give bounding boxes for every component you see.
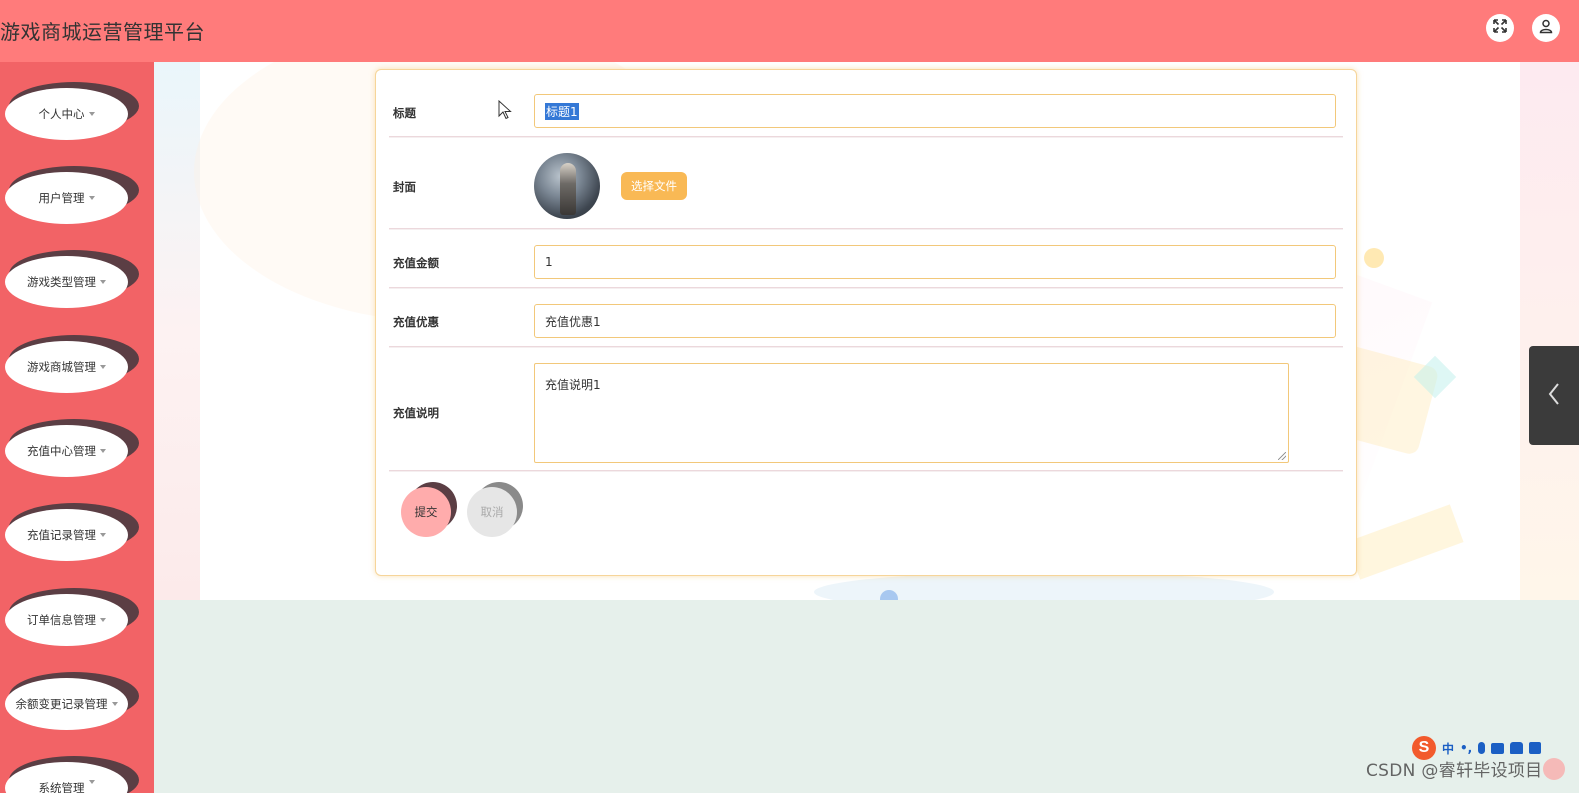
cancel-button-label: 取消 [467,487,517,537]
description-label: 充值说明 [393,406,439,420]
form-row-description: 充值说明 充值说明1 [389,347,1343,471]
caret-down-icon [100,365,106,369]
sidebar-item-system-management[interactable]: 系统管理 [5,756,139,793]
toolbox-grid-icon[interactable] [1529,742,1542,754]
sidebar-item-label: 系统管理 [38,781,85,793]
top-header: 游戏商城运营管理平台 [0,0,1579,62]
punctuation-icon[interactable]: •, [1460,741,1472,755]
title-input-value: 标题1 [545,102,579,120]
discount-label: 充值优惠 [393,315,439,329]
submit-button-label: 提交 [401,487,451,537]
sidebar-item-label: 用户管理 [38,191,85,205]
form-row-title: 标题 标题1 [389,87,1343,137]
mouse-cursor-icon [498,100,512,120]
sidebar: 个人中心 用户管理 游戏类型管理 游戏商城管理 充值中心管理 充值记录管理 订单… [0,62,154,793]
sidebar-item-label: 订单信息管理 [27,613,96,627]
caret-down-icon [100,449,106,453]
skin-shirt-icon[interactable] [1510,742,1524,754]
sidebar-item-label: 游戏类型管理 [27,275,96,289]
description-textarea[interactable]: 充值说明1 [534,363,1289,463]
microphone-icon[interactable] [1478,742,1486,754]
user-icon [1538,18,1554,38]
sidebar-item-balance-change-management[interactable]: 余额变更记录管理 [5,672,139,730]
amount-input[interactable]: 1 [534,245,1336,279]
caret-down-icon [88,112,95,116]
csdn-watermark: CSDN @睿轩毕设项目 [1366,761,1543,781]
recharge-edit-form: 标题 标题1 封面 选择文件 充值金额 1 充值优惠 充值优惠1 充值说明 充值… [375,69,1357,576]
sidebar-item-label: 充值记录管理 [27,528,96,542]
keyboard-icon[interactable] [1491,742,1505,754]
sidebar-item-user-management[interactable]: 用户管理 [5,166,139,224]
ime-language-indicator[interactable]: 中 [1442,740,1454,757]
caret-down-icon [100,533,106,537]
fullscreen-button[interactable] [1486,14,1514,42]
description-text: 充值说明1 [545,378,601,392]
sidebar-item-recharge-center-management[interactable]: 充值中心管理 [5,419,139,477]
cover-label: 封面 [393,180,416,194]
amount-label: 充值金额 [393,256,439,270]
caret-down-icon [100,618,106,622]
sidebar-item-game-store-management[interactable]: 游戏商城管理 [5,335,139,393]
submit-button[interactable]: 提交 [401,482,457,543]
caret-down-icon [100,280,106,284]
sidebar-item-recharge-record-management[interactable]: 充值记录管理 [5,503,139,561]
form-row-amount: 充值金额 1 [389,229,1343,288]
right-decoration-strip [1520,62,1579,600]
sidebar-item-label: 余额变更记录管理 [15,697,108,711]
sidebar-item-label: 个人中心 [38,107,85,121]
sidebar-item-game-type-management[interactable]: 游戏类型管理 [5,250,139,308]
form-row-cover: 封面 选择文件 [389,137,1343,229]
user-menu-button[interactable] [1532,14,1560,42]
caret-down-icon [88,780,95,784]
cover-image[interactable] [534,153,600,219]
discount-input[interactable]: 充值优惠1 [534,304,1336,338]
collapse-panel-tab[interactable] [1529,346,1579,445]
sidebar-item-label: 游戏商城管理 [27,360,96,374]
form-row-discount: 充值优惠 充值优惠1 [389,288,1343,347]
sidebar-item-label: 充值中心管理 [27,444,96,458]
title-input[interactable]: 标题1 [534,94,1336,128]
caret-down-icon [88,196,95,200]
title-label: 标题 [393,106,416,120]
choose-file-button[interactable]: 选择文件 [621,172,687,200]
resize-handle-icon[interactable] [1278,452,1286,460]
caret-down-icon [111,702,118,706]
sidebar-item-order-management[interactable]: 订单信息管理 [5,588,139,646]
chevron-left-icon [1545,381,1563,411]
cancel-button[interactable]: 取消 [467,482,523,543]
expand-arrows-icon [1492,18,1508,38]
sidebar-item-personal-center[interactable]: 个人中心 [5,82,139,140]
app-title: 游戏商城运营管理平台 [0,20,205,44]
